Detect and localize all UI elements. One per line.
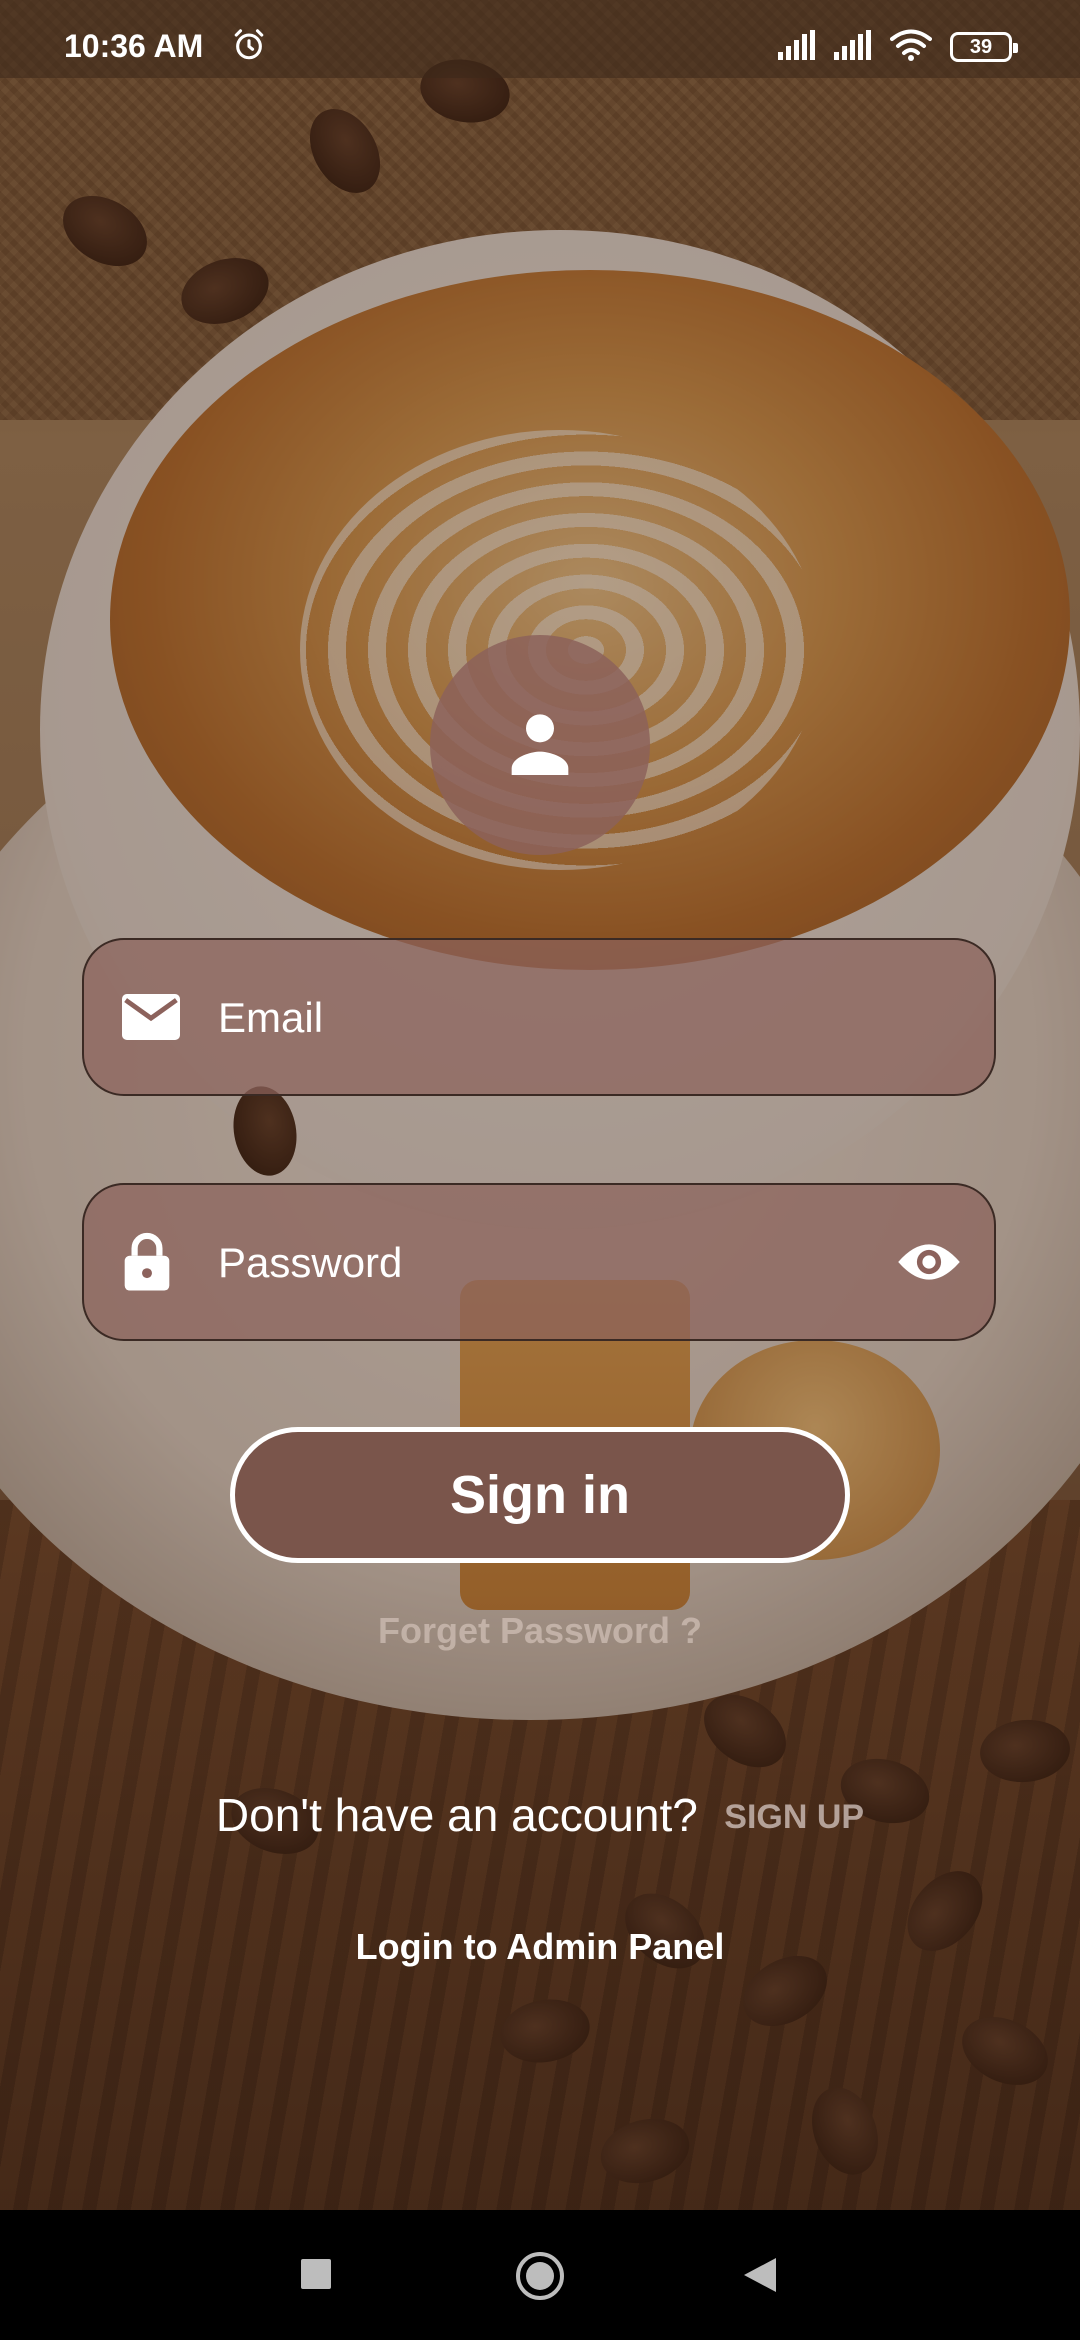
password-field[interactable] [82,1183,996,1341]
email-field[interactable] [82,938,996,1096]
avatar [430,635,650,855]
mail-icon [122,994,180,1040]
signup-row: Don't have an account? SIGN UP [0,1788,1080,1842]
eye-icon[interactable] [896,1240,962,1284]
password-input[interactable] [216,1185,920,1341]
recents-square-icon[interactable] [300,2258,332,2290]
battery-icon: 39 [950,32,1018,62]
battery-level: 39 [969,36,993,58]
person-icon [511,714,569,775]
sign-up-link[interactable]: SIGN UP [724,1798,864,1836]
wifi-icon [890,29,932,61]
sign-in-label: Sign in [450,1465,630,1525]
alarm-icon [234,29,264,60]
signal-icon [778,30,815,60]
lock-icon [124,1232,170,1291]
admin-panel-link[interactable]: Login to Admin Panel [0,1926,1080,1968]
sign-in-button[interactable]: Sign in [230,1427,850,1563]
signal-icon [834,30,871,60]
back-triangle-icon[interactable] [742,2256,778,2294]
dark-overlay [0,0,1080,2210]
home-circle-icon[interactable] [514,2250,566,2302]
status-time: 10:36 AM [64,28,204,64]
email-input[interactable] [216,940,920,1096]
forget-password-link[interactable]: Forget Password ? [0,1610,1080,1652]
navigation-bar [0,2210,1080,2340]
no-account-text: Don't have an account? [215,1789,698,1841]
status-bar: 10:36 AM 39 [0,0,1080,78]
